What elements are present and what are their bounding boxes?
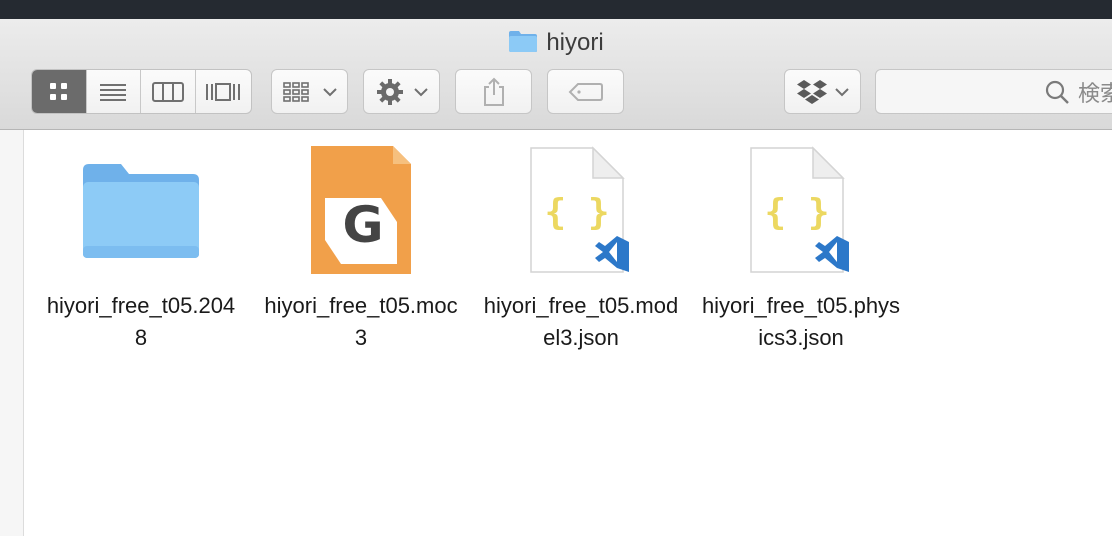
cover-flow-icon: [206, 82, 241, 101]
action-button[interactable]: [363, 69, 440, 114]
share-button[interactable]: [455, 69, 532, 114]
moc3-file-icon: G: [291, 140, 431, 280]
file-item[interactable]: { } hiyori_free_t05.physics3.json: [691, 140, 911, 354]
file-item[interactable]: G hiyori_free_t05.moc3: [251, 140, 471, 354]
file-name: hiyori_free_t05.moc3: [264, 293, 458, 350]
json-file-icon: { }: [731, 140, 871, 280]
list-view-button[interactable]: [87, 70, 141, 113]
chevron-down-icon: [413, 87, 428, 96]
icon-view-button[interactable]: [32, 70, 87, 113]
list-icon: [100, 83, 127, 101]
columns-icon: [151, 81, 184, 102]
grid-icon: [49, 82, 67, 100]
file-name: hiyori_free_t05.physics3.json: [701, 293, 901, 350]
file-item[interactable]: hiyori_free_t05.2048: [31, 140, 251, 354]
cover-flow-view-button[interactable]: [196, 70, 251, 113]
search-placeholder: 検索: [1078, 80, 1112, 106]
column-view-button[interactable]: [141, 70, 196, 113]
tag-icon: [568, 82, 603, 101]
json-file-icon: { }: [511, 140, 651, 280]
dropbox-button[interactable]: [784, 69, 861, 114]
view-mode-selector[interactable]: [31, 69, 252, 114]
svg-text:G: G: [342, 196, 383, 254]
sidebar-edge: [0, 130, 24, 536]
menu-bar-strip: [0, 0, 1112, 19]
folder-icon: [71, 140, 211, 280]
group-by-button[interactable]: [271, 69, 348, 114]
folder-icon: [508, 29, 538, 60]
file-name: hiyori_free_t05.model3.json: [483, 293, 679, 350]
finder-toolbar: hiyori 検索: [0, 19, 1112, 130]
gear-icon: [376, 78, 403, 105]
chevron-down-icon: [322, 87, 337, 96]
search-field[interactable]: 検索: [875, 69, 1112, 114]
window-title-text: hiyori: [546, 29, 604, 56]
share-icon: [483, 77, 504, 106]
svg-text:{ }: { }: [764, 192, 829, 233]
dropbox-icon: [796, 79, 827, 104]
chevron-down-icon: [834, 87, 849, 96]
tag-button[interactable]: [547, 69, 624, 114]
file-item[interactable]: { } hiyori_free_t05.model3.json: [471, 140, 691, 354]
file-name: hiyori_free_t05.2048: [46, 293, 236, 350]
svg-text:{ }: { }: [544, 192, 609, 233]
search-icon: [1045, 80, 1069, 104]
window-title: hiyori: [0, 29, 1112, 60]
group-grid-icon: [282, 81, 309, 102]
